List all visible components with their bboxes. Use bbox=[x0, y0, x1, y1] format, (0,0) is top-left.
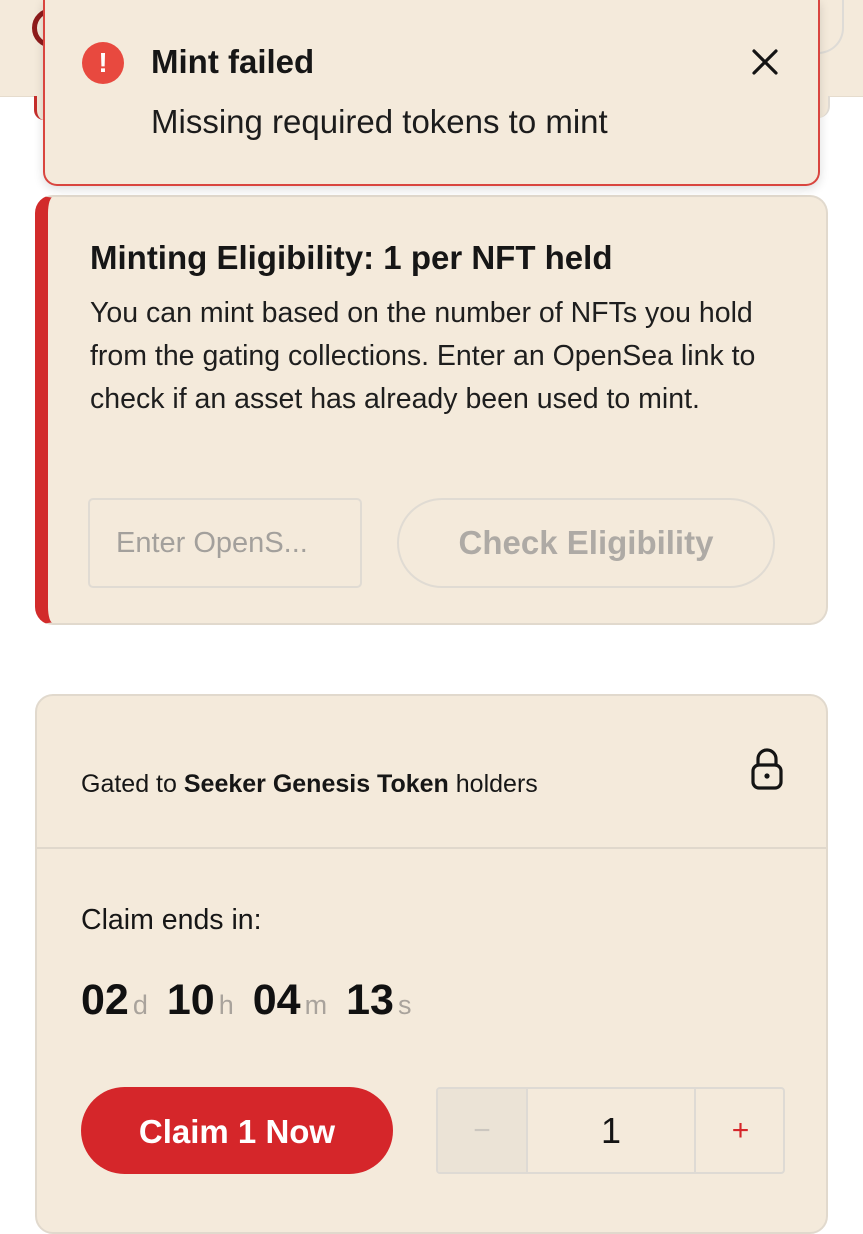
gated-suffix: holders bbox=[448, 770, 538, 798]
gated-prefix: Gated to bbox=[81, 770, 184, 798]
eligibility-description: You can mint based on the number of NFTs… bbox=[90, 297, 756, 415]
countdown-hours: 10 bbox=[166, 976, 215, 1024]
countdown-seconds: 13 bbox=[346, 976, 394, 1024]
claim-card: Gated to Seeker Genesis Token holders Cl… bbox=[35, 694, 828, 1234]
toast-message: Missing required tokens to mint bbox=[151, 103, 608, 140]
countdown-minutes-unit: m bbox=[304, 990, 328, 1020]
countdown-minutes: 04 bbox=[252, 976, 301, 1024]
exclamation-icon: ! bbox=[82, 42, 124, 84]
gated-text: Gated to Seeker Genesis Token holders bbox=[81, 766, 538, 802]
increment-button[interactable]: + bbox=[694, 1089, 783, 1172]
lock-icon bbox=[747, 746, 787, 792]
error-toast: ! Mint failed Missing required tokens to… bbox=[43, 0, 820, 186]
countdown-seconds-unit: s bbox=[397, 990, 412, 1020]
gated-token-name: Seeker Genesis Token bbox=[183, 770, 449, 798]
eligibility-title: Minting Eligibility: 1 per NFT held bbox=[90, 239, 613, 276]
countdown-days: 02 bbox=[81, 976, 129, 1024]
close-icon[interactable] bbox=[743, 40, 787, 84]
check-eligibility-button[interactable]: Check Eligibility bbox=[397, 498, 775, 588]
claim-now-button[interactable]: Claim 1 Now bbox=[81, 1087, 393, 1174]
claim-ends-label: Claim ends in: bbox=[81, 904, 262, 936]
countdown-hours-unit: h bbox=[218, 990, 234, 1020]
minting-eligibility-card: Minting Eligibility: 1 per NFT held You … bbox=[35, 195, 828, 625]
quantity-stepper: − 1 + bbox=[436, 1087, 785, 1174]
opensea-link-input[interactable] bbox=[88, 498, 362, 588]
quantity-value[interactable]: 1 bbox=[528, 1089, 694, 1172]
decrement-button[interactable]: − bbox=[438, 1089, 528, 1172]
gated-row: Gated to Seeker Genesis Token holders bbox=[37, 696, 826, 849]
countdown-timer: 02 d 10 h 04 m 13 s bbox=[81, 976, 430, 1036]
countdown-days-unit: d bbox=[132, 990, 148, 1020]
toast-title: Mint failed bbox=[151, 43, 315, 80]
